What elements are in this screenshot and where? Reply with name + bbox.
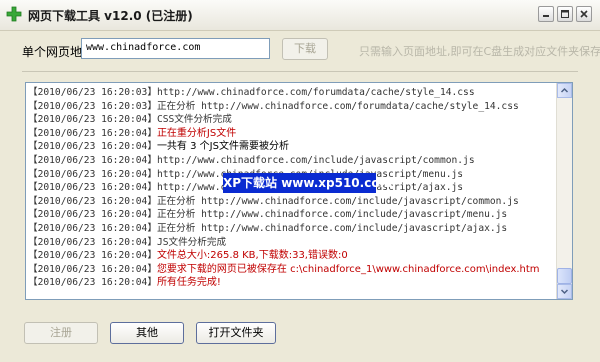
minimize-button[interactable] [538,6,554,22]
download-button[interactable]: 下载 [282,38,328,60]
log-timestamp: 【2010/06/23 16:20:04】 [28,141,157,153]
log-timestamp: 【2010/06/23 16:20:04】 [28,236,157,248]
watermark-banner: XP下载站 www.xp510.com [223,173,392,193]
close-icon [580,10,588,18]
other-button[interactable]: 其他 [110,322,184,344]
log-message: 您要求下载的网页已被保存在 c:\chinadforce_1\www.china… [156,263,540,275]
log-timestamp: 【2010/06/23 16:20:04】 [28,209,157,221]
log-message: 文件总大小:265.8 KB,下载数:33,错误数:0 [156,250,348,262]
log-line: 【2010/06/23 16:20:04】JS文件分析完成 [26,236,556,250]
minimize-icon [543,15,549,17]
scroll-thumb[interactable] [557,268,572,284]
log-message: http://www.chinadforce.com/include/javas… [156,154,475,166]
window-title: 网页下载工具 v12.0 (已注册) [28,9,193,23]
open-folder-button[interactable]: 打开文件夹 [196,322,276,344]
log-timestamp: 【2010/06/23 16:20:03】 [28,87,157,98]
log-timestamp: 【2010/06/23 16:20:04】 [28,250,157,262]
log-message: http://www.chinadforce.com/forumdata/cac… [156,87,475,98]
log-timestamp: 【2010/06/23 16:20:03】 [28,100,157,112]
log-message: 一共有 3 个JS文件需要被分析 [156,141,289,153]
log-timestamp: 【2010/06/23 16:20:04】 [28,263,157,275]
log-message: 正在分析 http://www.chinadforce.com/include/… [156,195,519,207]
log-message: 所有任务完成! [156,277,221,289]
log-message: 正在分析 http://www.chinadforce.com/forumdat… [156,100,519,112]
log-timestamp: 【2010/06/23 16:20:04】 [28,114,157,126]
log-line: 【2010/06/23 16:20:04】文件总大小:265.8 KB,下载数:… [26,249,556,263]
log-line: 【2010/06/23 16:20:04】正在分析 http://www.chi… [26,222,556,236]
log-message: 正在重分析JS文件 [156,127,237,139]
log-line: 【2010/06/23 16:20:04】http://www.chinadfo… [26,154,556,168]
green-plus-icon [6,6,22,22]
log-line: 【2010/06/23 16:20:04】正在重分析JS文件 [26,127,556,141]
hint-text: 只需输入页面地址,即可在C盘生成对应文件夹保存 [359,45,600,58]
log-line: 【2010/06/23 16:20:04】所有任务完成! [26,276,556,290]
log-message: JS文件分析完成 [156,236,227,248]
scrollbar[interactable] [556,83,572,299]
scroll-down-button[interactable] [557,284,572,299]
log-timestamp: 【2010/06/23 16:20:04】 [28,222,157,234]
log-timestamp: 【2010/06/23 16:20:04】 [28,182,157,194]
log-message: CSS文件分析完成 [156,114,232,126]
log-line: 【2010/06/23 16:20:04】正在分析 http://www.chi… [26,208,556,222]
log-line: 【2010/06/23 16:20:04】CSS文件分析完成 [26,113,556,127]
log-message: 正在分析 http://www.chinadforce.com/include/… [156,222,508,234]
log-timestamp: 【2010/06/23 16:20:04】 [28,195,157,207]
arrow-up-icon [560,87,569,93]
log-timestamp: 【2010/06/23 16:20:04】 [28,277,157,289]
log-timestamp: 【2010/06/23 16:20:04】 [28,127,157,139]
log-line: 【2010/06/23 16:20:04】您要求下载的网页已被保存在 c:\ch… [26,263,556,277]
log-timestamp: 【2010/06/23 16:20:04】 [28,154,157,166]
log-line: 【2010/06/23 16:20:04】正在分析 http://www.chi… [26,195,556,209]
log-line: 【2010/06/23 16:20:04】一共有 3 个JS文件需要被分析 [26,140,556,154]
divider [22,71,578,72]
log-timestamp: 【2010/06/23 16:20:04】 [28,168,157,180]
maximize-button[interactable] [557,6,573,22]
close-button[interactable] [576,6,592,22]
url-input[interactable]: www.chinadforce.com [81,38,270,59]
log-line: 【2010/06/23 16:20:03】http://www.chinadfo… [26,86,556,100]
title-bar[interactable]: 网页下载工具 v12.0 (已注册) [0,0,600,31]
maximize-icon [561,10,569,18]
log-message: 正在分析 http://www.chinadforce.com/include/… [156,209,508,221]
register-button[interactable]: 注册 [24,322,98,344]
log-line: 【2010/06/23 16:20:03】正在分析 http://www.chi… [26,100,556,114]
arrow-down-icon [560,289,569,295]
scroll-up-button[interactable] [557,83,572,98]
